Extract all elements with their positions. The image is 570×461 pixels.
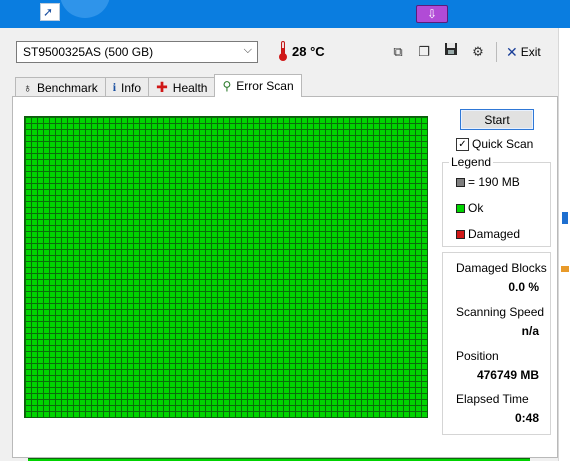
position-label: Position: [456, 349, 499, 363]
damaged-blocks-value: 0.0 %: [508, 280, 539, 294]
legend-block-size-label: = 190 MB: [468, 175, 520, 189]
copy-icon[interactable]: ⧉: [388, 42, 408, 62]
tab-info[interactable]: i Info: [104, 77, 150, 97]
scanning-speed-value: n/a: [521, 324, 539, 338]
tab-health[interactable]: ✚ Health: [148, 77, 216, 97]
background-marker-orange: [561, 266, 569, 272]
quick-scan-label: Quick Scan: [472, 137, 534, 151]
background-marker-blue: [562, 212, 568, 224]
magnifier-icon: ⚲: [222, 79, 232, 93]
thermometer-icon: [278, 41, 288, 61]
desktop-wallpaper-curve: [60, 0, 110, 18]
save-icon[interactable]: [441, 42, 461, 62]
scan-stats-box: Damaged Blocks 0.0 % Scanning Speed n/a …: [442, 252, 551, 435]
legend-damaged: Damaged: [456, 227, 520, 241]
drive-select[interactable]: ST9500325AS (500 GB) ⌵: [16, 41, 258, 63]
checkbox-checked-icon: ✓: [456, 137, 469, 151]
damaged-blocks-label: Damaged Blocks: [456, 261, 547, 275]
background-window-edge: [558, 28, 570, 461]
legend-title: Legend: [449, 155, 494, 169]
size-swatch-icon: [456, 177, 465, 187]
tab-label: Info: [121, 80, 142, 95]
tab-bar: ♁ Benchmark i Info ✚ Health ⚲ Error Scan: [15, 74, 302, 97]
scan-block-map: [24, 116, 428, 418]
hdtune-window: ST9500325AS (500 GB) ⌵ 28 °C ⧉ ❐ ⚙ ✕ Exi…: [0, 28, 558, 461]
toolbar-separator: [496, 42, 497, 62]
tab-label: Health: [172, 80, 208, 95]
drive-select-value: ST9500325AS (500 GB): [23, 45, 154, 59]
legend-ok: Ok: [456, 201, 483, 215]
legend-ok-label: Ok: [468, 201, 484, 215]
damaged-swatch-icon: [456, 229, 465, 239]
start-button[interactable]: Start: [460, 109, 534, 130]
chevron-down-icon[interactable]: ⌵: [244, 44, 252, 57]
legend-box: Legend = 190 MB Ok Damaged: [442, 155, 551, 247]
health-cross-icon: ✚: [156, 79, 168, 95]
ok-swatch-icon: [456, 203, 465, 213]
scanning-speed-label: Scanning Speed: [456, 305, 545, 319]
position-value: 476749 MB: [476, 368, 539, 382]
shortcut-arrow-icon: ➚: [43, 5, 54, 19]
tab-label: Benchmark: [37, 80, 98, 95]
error-scan-panel: Start ✓ Quick Scan Legend = 190 MB Ok Da…: [12, 96, 558, 458]
info-icon: i: [112, 80, 117, 94]
temperature-value: 28 °C: [292, 43, 325, 59]
desktop-background: ➚ ⇩: [0, 0, 570, 28]
tab-benchmark[interactable]: ♁ Benchmark: [15, 77, 106, 97]
tab-label: Error Scan: [236, 79, 294, 93]
elapsed-time-label: Elapsed Time: [456, 392, 529, 406]
tab-error-scan[interactable]: ⚲ Error Scan: [214, 74, 302, 97]
close-icon: ✕: [506, 43, 518, 60]
options-icon[interactable]: ⚙: [468, 42, 488, 62]
elapsed-time-value: 0:48: [514, 411, 539, 425]
exit-label: Exit: [520, 45, 541, 59]
legend-block-size: = 190 MB: [456, 175, 520, 189]
desktop-shortcut-icon[interactable]: ➚: [40, 3, 60, 21]
stopwatch-icon: ♁: [23, 80, 32, 95]
legend-damaged-label: Damaged: [468, 227, 521, 241]
exit-button[interactable]: ✕ Exit: [506, 42, 541, 62]
copy-all-icon[interactable]: ❐: [414, 42, 434, 62]
floppy-disk-icon: [445, 43, 457, 55]
download-icon[interactable]: ⇩: [416, 5, 448, 23]
temperature-display: 28 °C: [278, 39, 325, 63]
quick-scan-checkbox[interactable]: ✓ Quick Scan: [456, 137, 533, 151]
